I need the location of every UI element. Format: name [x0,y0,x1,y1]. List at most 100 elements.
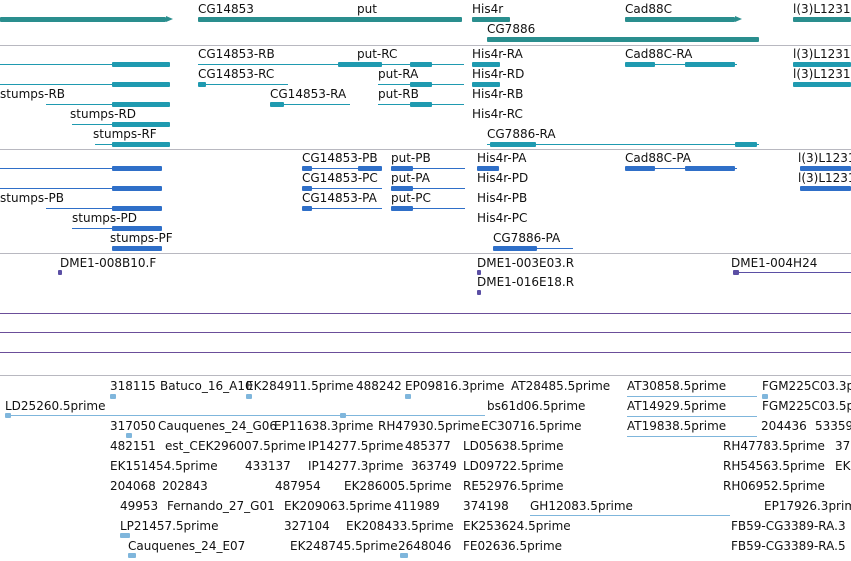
est-label[interactable]: LD05638.5prime [463,439,564,453]
est-label[interactable]: AT28485.5prime [511,379,610,393]
est-mark[interactable] [126,433,132,438]
est-label[interactable]: LP21457.5prime [120,519,219,533]
transcript-label[interactable]: His4r-RB [472,87,523,101]
est-label[interactable]: est_C [165,439,198,453]
transcript-exon[interactable] [685,62,735,67]
est-mark[interactable] [120,533,130,538]
protein-label[interactable]: CG14853-PC [302,171,378,185]
est-label[interactable]: EK253624.5prime [463,519,571,533]
clone-label[interactable]: DME1-003E03.R [477,256,574,270]
transcript-exon[interactable] [112,142,170,147]
transcript-label[interactable]: l(3)L1231 [793,47,851,61]
est-label[interactable]: EK [835,459,850,473]
gene-label[interactable]: CG7886 [487,22,535,36]
clone-label[interactable]: DME1-008B10.F [60,256,156,270]
est-label[interactable]: 49953 [120,499,158,513]
est-label[interactable]: 487954 [275,479,321,493]
est-mark[interactable] [405,394,411,399]
est-label[interactable]: IP14277.5prime [308,439,403,453]
est-label[interactable]: EK296007.5prime [198,439,306,453]
est-label[interactable]: FB59-CG3389-RA.5 [731,539,846,553]
est-label[interactable]: EK151454.5prime [110,459,218,473]
transcript-label[interactable]: put-RC [357,47,397,61]
clone-line[interactable] [735,272,851,273]
est-label[interactable]: Batuco_16_A10 [160,379,253,393]
est-label[interactable]: 327104 [284,519,330,533]
est-label[interactable]: 488242 [356,379,402,393]
transcript-label[interactable]: CG14853-RB [198,47,275,61]
transcript-label[interactable]: CG14853-RC [198,67,274,81]
transcript-exon[interactable] [490,142,536,147]
protein-label[interactable]: His4r-PB [477,191,527,205]
cds-exon[interactable] [625,166,655,171]
gene-bar-cad88c[interactable] [625,17,735,22]
transcript-label[interactable]: stumps-RD [70,107,136,121]
est-mark[interactable] [340,413,346,418]
est-label[interactable]: 202843 [162,479,208,493]
est-label[interactable]: 204068 [110,479,156,493]
gene-label[interactable]: Cad88C [625,2,672,16]
protein-label[interactable]: put-PA [391,171,430,185]
gene-label[interactable]: His4r [472,2,503,16]
gene-bar-cg7886[interactable] [487,37,759,42]
cds-exon[interactable] [112,186,162,191]
clone-mark[interactable] [477,290,481,295]
est-label[interactable]: 485377 [405,439,451,453]
protein-label[interactable]: His4r-PC [477,211,527,225]
est-label[interactable]: AT30858.5prime [627,379,726,393]
est-label[interactable]: 433137 [245,459,291,473]
cds-line[interactable] [302,188,382,189]
est-label[interactable]: GH12083.5prime [530,499,633,513]
protein-label[interactable]: Cad88C-PA [625,151,691,165]
est-label[interactable]: 2648046 [398,539,451,553]
est-label[interactable]: 482151 [110,439,156,453]
est-label[interactable]: EP09816.3prime [405,379,504,393]
est-label[interactable]: EK209063.5prime [284,499,392,513]
transcript-exon[interactable] [735,142,757,147]
transcript-label[interactable]: His4r-RA [472,47,523,61]
clone-mark[interactable] [733,270,739,275]
est-mark[interactable] [400,553,408,558]
est-mark[interactable] [110,394,116,399]
cds-exon[interactable] [685,166,735,171]
protein-label[interactable]: CG14853-PB [302,151,378,165]
est-label[interactable]: FE02636.5prime [463,539,562,553]
est-label[interactable]: EC30716.5prime [481,419,582,433]
protein-label[interactable]: l(3)L1231 [798,171,851,185]
transcript-exon[interactable] [338,62,382,67]
cds-exon[interactable] [302,206,312,211]
est-label[interactable]: EP11638.3prime [274,419,373,433]
est-label[interactable]: EK248745.5prime [290,539,398,553]
est-label[interactable]: EP17926.3prim [764,499,851,513]
cds-exon[interactable] [112,166,162,171]
transcript-exon[interactable] [112,82,170,87]
est-label[interactable]: EK208433.5prime [346,519,454,533]
transcript-exon[interactable] [270,102,284,107]
est-label[interactable]: AT14929.5prime [627,399,726,413]
transcript-exon[interactable] [112,62,170,67]
transcript-exon[interactable] [198,82,206,87]
est-line[interactable] [627,416,757,417]
est-label[interactable]: Cauquenes_24_G06 [158,419,277,433]
clone-mark[interactable] [58,270,62,275]
gene-label[interactable]: CG14853 [198,2,254,16]
transcript-exon[interactable] [793,82,851,87]
est-label[interactable]: RH54563.5prime [723,459,825,473]
protein-label[interactable]: l(3)L1231 [798,151,851,165]
cds-exon[interactable] [800,186,851,191]
est-label[interactable]: RH47783.5prime [723,439,825,453]
est-label[interactable]: 318115 [110,379,156,393]
protein-label[interactable]: stumps-PF [110,231,173,245]
est-label[interactable]: EK286005.5prime [344,479,452,493]
protein-label[interactable]: CG7886-PA [493,231,560,245]
gene-bar-l3l1231[interactable] [793,17,851,22]
cds-exon[interactable] [493,246,537,251]
transcript-label[interactable]: His4r-RD [472,67,524,81]
clone-label[interactable]: DME1-016E18.R [477,275,574,289]
est-line[interactable] [530,515,730,516]
est-line[interactable] [627,396,757,397]
est-label[interactable]: 374198 [463,499,509,513]
transcript-label[interactable]: stumps-RB [0,87,65,101]
est-line[interactable] [627,436,757,437]
est-label[interactable]: bs61d06.5prime [487,399,585,413]
